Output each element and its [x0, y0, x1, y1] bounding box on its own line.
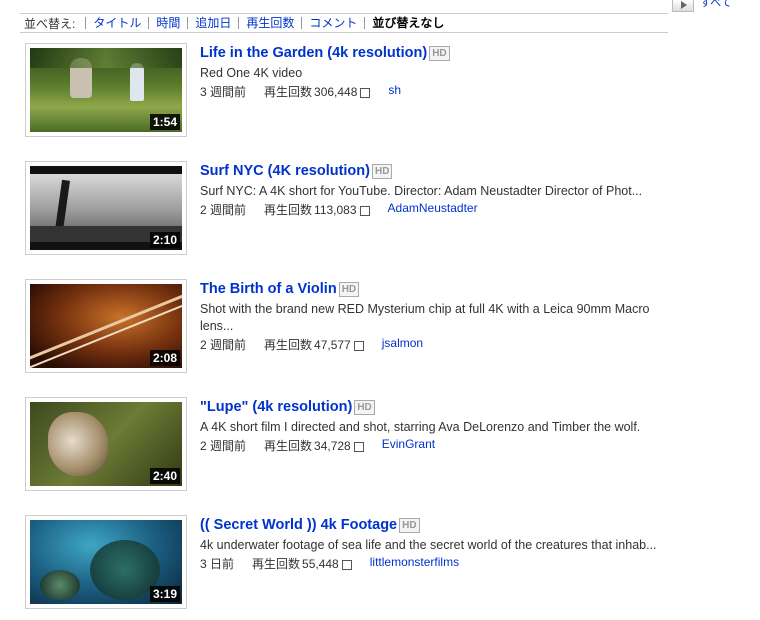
video-item: 1:54 Life in the Garden (4k resolution) … — [25, 43, 685, 143]
views-icon — [353, 441, 364, 452]
video-title[interactable]: The Birth of a Violin — [200, 281, 337, 297]
hd-badge: HD — [354, 399, 375, 415]
views-icon — [360, 87, 371, 98]
views-label: 再生回数 — [264, 85, 313, 99]
video-duration: 3:19 — [149, 586, 180, 602]
sort-option-views[interactable]: 再生回数 — [238, 17, 301, 29]
video-views: 再生回数 55,448 — [252, 555, 352, 572]
sort-bar: 並べ替え: タイトル 時間 追加日 再生回数 コメント 並び替えなし — [20, 13, 668, 33]
video-views: 再生回数 306,448 — [264, 83, 371, 100]
views-label: 再生回数 — [252, 557, 301, 571]
views-count: 34,728 — [314, 439, 351, 453]
views-icon — [359, 205, 370, 216]
sort-option-title[interactable]: タイトル — [85, 17, 148, 29]
sort-label: 並べ替え: — [24, 16, 76, 31]
video-description: Shot with the brand new RED Mysterium ch… — [200, 302, 650, 333]
play-all-icon[interactable] — [672, 0, 694, 12]
video-title[interactable]: "Lupe" (4k resolution) — [200, 399, 352, 415]
video-duration: 2:10 — [149, 232, 180, 248]
video-item: 2:08 The Birth of a Violin HD Shot with … — [25, 279, 685, 379]
video-thumbnail[interactable]: 1:54 — [25, 43, 187, 137]
video-description: A 4K short film I directed and shot, sta… — [200, 420, 641, 434]
video-description: 4k underwater footage of sea life and th… — [200, 538, 657, 552]
video-thumbnail[interactable]: 3:19 — [25, 515, 187, 609]
views-count: 55,448 — [302, 557, 339, 571]
video-thumbnail[interactable]: 2:10 — [25, 161, 187, 255]
sort-option-added-date[interactable]: 追加日 — [187, 17, 238, 29]
video-thumbnail[interactable]: 2:40 — [25, 397, 187, 491]
hd-badge: HD — [338, 281, 360, 297]
top-right-corner: すべて — [672, 0, 732, 12]
video-user-link[interactable]: AdamNeustadter — [388, 201, 478, 218]
video-user-link[interactable]: sh — [388, 83, 401, 100]
hd-badge: HD — [429, 45, 450, 61]
views-label: 再生回数 — [264, 439, 313, 453]
video-age: 2 週間前 — [200, 439, 247, 453]
video-age: 3 日前 — [200, 557, 235, 571]
video-title[interactable]: (( Secret World )) 4k Footage — [200, 517, 397, 533]
video-item: 2:40 "Lupe" (4k resolution) HD A 4K shor… — [25, 397, 685, 497]
video-thumbnail[interactable]: 2:08 — [25, 279, 187, 373]
sort-option-time[interactable]: 時間 — [148, 17, 187, 29]
video-age: 2 週間前 — [200, 338, 247, 352]
hd-badge: HD — [399, 517, 420, 533]
video-description: Red One 4K video — [200, 66, 303, 80]
views-count: 306,448 — [314, 85, 358, 99]
video-duration: 2:40 — [149, 468, 180, 484]
corner-text[interactable]: すべて — [700, 0, 732, 9]
video-item: 3:19 (( Secret World )) 4k Footage HD 4k… — [25, 515, 685, 615]
video-age: 2 週間前 — [200, 203, 247, 217]
hd-badge: HD — [371, 163, 393, 179]
video-title[interactable]: Surf NYC (4K resolution) — [200, 163, 370, 179]
views-label: 再生回数 — [264, 338, 313, 352]
views-icon — [353, 340, 364, 351]
video-age: 3 週間前 — [200, 85, 247, 99]
views-count: 113,083 — [314, 203, 357, 217]
video-views: 再生回数 34,728 — [264, 437, 364, 454]
video-user-link[interactable]: jsalmon — [382, 336, 423, 353]
video-user-link[interactable]: EvinGrant — [382, 437, 435, 454]
sort-option-comments[interactable]: コメント — [301, 17, 364, 29]
video-duration: 2:08 — [149, 350, 180, 366]
views-count: 47,577 — [314, 338, 351, 352]
video-duration: 1:54 — [149, 114, 180, 130]
video-description: Surf NYC: A 4K short for YouTube. Direct… — [200, 184, 643, 198]
video-title[interactable]: Life in the Garden (4k resolution) — [200, 45, 427, 61]
video-views: 再生回数 47,577 — [264, 336, 364, 353]
views-label: 再生回数 — [264, 203, 313, 217]
video-item: 2:10 Surf NYC (4K resolution) HD Surf NY… — [25, 161, 685, 261]
views-icon — [341, 559, 352, 570]
video-user-link[interactable]: littlemonsterfilms — [370, 555, 459, 572]
video-views: 再生回数 113,083 — [264, 201, 370, 218]
sort-option-none: 並び替えなし — [364, 17, 451, 29]
